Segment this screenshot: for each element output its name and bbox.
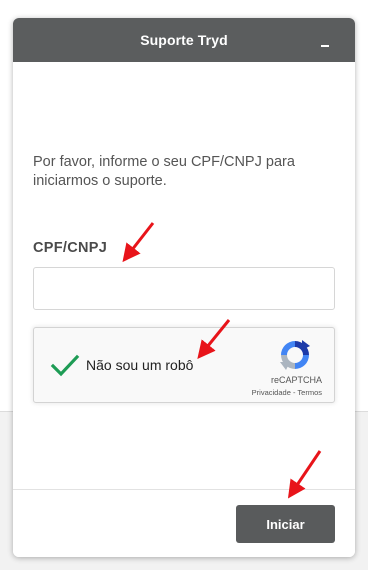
support-chat-widget: Suporte Tryd Por favor, informe o seu CP… [13,18,355,557]
recaptcha-terms-link[interactable]: Termos [297,388,322,397]
minimize-icon [321,45,329,47]
recaptcha-checkmark-icon[interactable] [50,350,80,380]
recaptcha-logo-icon [280,340,310,370]
recaptcha-widget: Não sou um robô reCAPTCHA Privacidade - … [33,327,335,403]
intro-text: Por favor, informe o seu CPF/CNPJ para i… [33,154,295,189]
recaptcha-brand: reCAPTCHA [270,375,322,385]
widget-title: Suporte Tryd [140,32,228,48]
recaptcha-label: Não sou um robô [86,357,194,373]
recaptcha-privacy-link[interactable]: Privacidade [252,388,291,397]
cpf-cnpj-label: CPF/CNPJ [33,240,108,256]
recaptcha-links: Privacidade - Termos [252,388,322,397]
widget-header: Suporte Tryd [13,18,355,62]
cpf-cnpj-input[interactable] [33,267,335,310]
start-button[interactable]: Iniciar [236,505,335,543]
widget-footer: Iniciar [13,489,355,557]
minimize-button[interactable] [315,28,335,50]
